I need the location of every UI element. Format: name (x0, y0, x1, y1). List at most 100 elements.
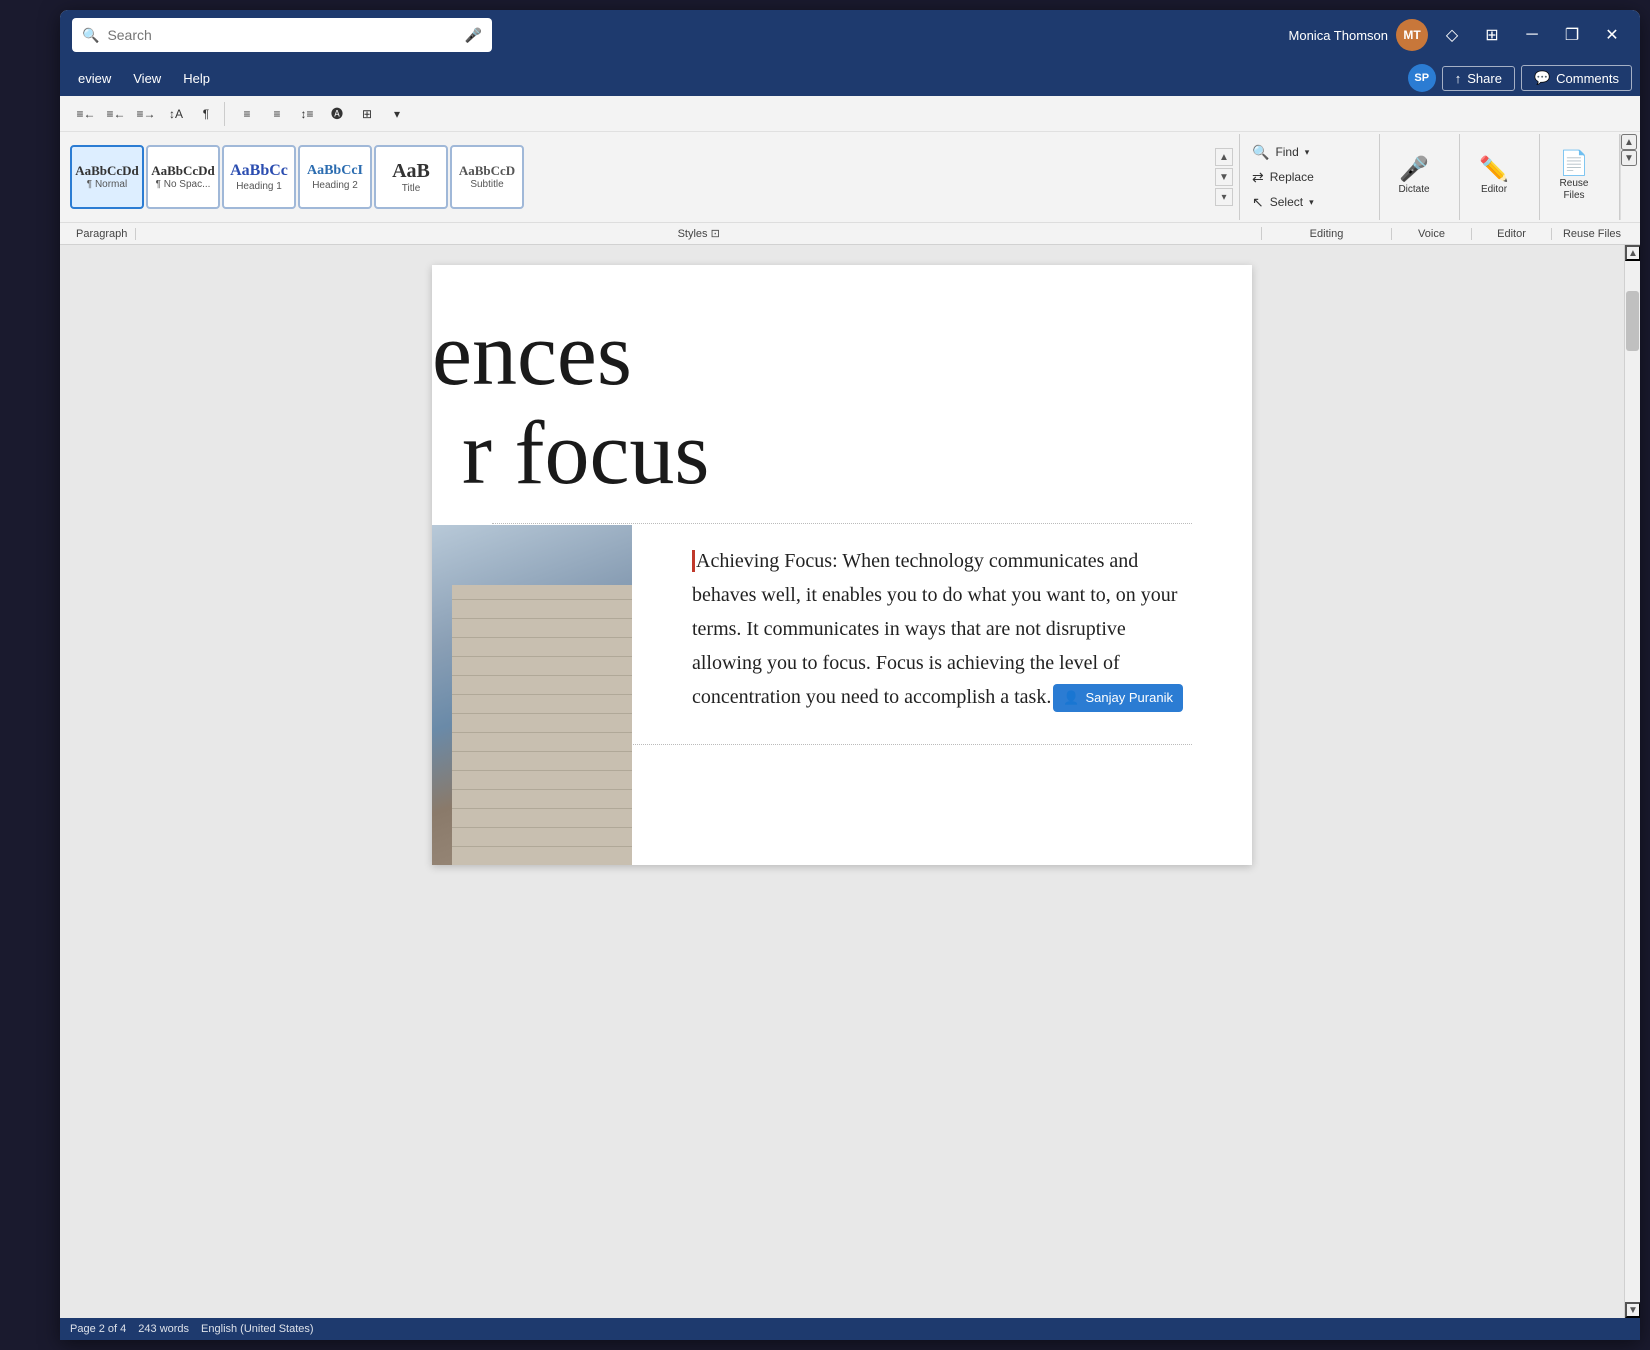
style-heading2[interactable]: AaBbCcI Heading 2 (298, 145, 372, 209)
style-no-space-label: ¶ No Spac... (156, 179, 211, 190)
microphone-icon[interactable]: 🎤 (465, 27, 482, 44)
align-left-btn[interactable]: ≡ (233, 102, 261, 126)
pilcrow-btn[interactable]: ¶ (192, 102, 220, 126)
ribbon-scroll-down[interactable]: ▼ (1621, 150, 1637, 166)
select-button[interactable]: ↖ Select ▾ (1246, 191, 1320, 214)
style-normal-label: ¶ Normal (87, 179, 127, 190)
word-window: 🔍 🎤 Monica Thomson MT ◇ ⊞ ─ ❐ ✕ eview Vi… (60, 10, 1640, 1340)
close-button[interactable]: ✕ (1596, 19, 1628, 51)
collaborator-badge: 👤 Sanjay Puranik (1053, 684, 1183, 712)
style-heading1[interactable]: AaBbCc Heading 1 (222, 145, 296, 209)
reuse-files-section: 📄 ReuseFiles (1540, 134, 1620, 220)
indent-group: ≡← ≡← ≡→ ↕A ¶ (68, 102, 225, 126)
replace-button[interactable]: ⇄ Replace (1246, 166, 1320, 189)
style-title-label: Title (402, 183, 421, 194)
word-count: 243 words (138, 1323, 189, 1335)
grid-icon[interactable]: ⊞ (1476, 19, 1508, 51)
style-no-space[interactable]: AaBbCcDd ¶ No Spac... (146, 145, 220, 209)
editor-section: ✏️ Editor (1460, 134, 1540, 220)
ribbon-row1: ≡← ≡← ≡→ ↕A ¶ ≡ ≡ ↕≡ 🅐 ⊞ ▾ (60, 96, 1640, 132)
gallery-expand-btn[interactable]: ▾ (1215, 188, 1233, 206)
style-no-space-preview: AaBbCcDd (151, 164, 215, 177)
editing-content: 🔍 Find ▾ ⇄ Replace ↖ Select ▾ (1246, 136, 1373, 218)
select-dropdown-icon: ▾ (1309, 197, 1314, 208)
menu-bar-right: SP ↑ Share 💬 Comments (1408, 64, 1632, 92)
share-button[interactable]: ↑ Share (1442, 66, 1515, 91)
minimize-button[interactable]: ─ (1516, 19, 1548, 51)
reuse-files-button[interactable]: 📄 ReuseFiles (1546, 145, 1602, 209)
editing-label: Editing (1262, 228, 1392, 240)
gallery-up-btn[interactable]: ▲ (1215, 148, 1233, 166)
search-input[interactable] (107, 27, 456, 43)
line-spacing-btn[interactable]: ↕≡ (293, 102, 321, 126)
scrollbar-thumb[interactable] (1626, 291, 1639, 351)
menu-review[interactable]: eview (68, 67, 121, 90)
restore-button[interactable]: ❐ (1556, 19, 1588, 51)
comments-button[interactable]: 💬 Comments (1521, 65, 1632, 91)
editor-content: ✏️ Editor (1466, 136, 1533, 218)
scroll-up-btn[interactable]: ▲ (1625, 245, 1640, 261)
find-dropdown-icon: ▾ (1305, 147, 1310, 158)
user-name: Monica Thomson (1289, 28, 1388, 43)
paragraph-label: Paragraph (68, 228, 136, 240)
sort-btn[interactable]: ↕A (162, 102, 190, 126)
dictate-button[interactable]: 🎤 Dictate (1386, 145, 1442, 209)
reuse-content: 📄 ReuseFiles (1546, 136, 1613, 218)
ribbon-scroll-up[interactable]: ▲ (1621, 134, 1637, 150)
user-info: Monica Thomson MT (1289, 19, 1428, 51)
editing-buttons: 🔍 Find ▾ ⇄ Replace ↖ Select ▾ (1246, 145, 1320, 209)
styles-gallery: AaBbCcDd ¶ Normal AaBbCcDd ¶ No Spac... … (70, 145, 1211, 209)
menu-bar: eview View Help SP ↑ Share 💬 Comments (60, 60, 1640, 96)
styles-label: Styles ⊡ (136, 227, 1262, 240)
gallery-down-btn[interactable]: ▼ (1215, 168, 1233, 186)
indent-increase-btn[interactable]: ≡→ (132, 102, 160, 126)
border-btn[interactable]: ⊞ (353, 102, 381, 126)
shading-btn[interactable]: 🅐 (323, 102, 351, 126)
heading-line2: r focus (462, 404, 1192, 503)
sp-avatar: SP (1408, 64, 1436, 92)
collaborator-icon: 👤 (1063, 687, 1079, 709)
editor-button[interactable]: ✏️ Editor (1466, 145, 1522, 209)
replace-icon: ⇄ (1252, 169, 1264, 186)
gallery-scroll: ▲ ▼ ▾ (1215, 148, 1233, 206)
menu-help[interactable]: Help (173, 67, 220, 90)
reuse-files-label: Reuse Files (1552, 228, 1632, 240)
microphone-big-icon: 🎤 (1399, 158, 1429, 182)
style-subtitle[interactable]: AaBbCcD Subtitle (450, 145, 524, 209)
style-title-preview: AaB (392, 161, 430, 181)
search-box[interactable]: 🔍 🎤 (72, 18, 492, 52)
ribbon-scroll: ▲ ▼ (1620, 134, 1636, 220)
cursor (692, 550, 695, 572)
heading-line1: ences (432, 305, 1192, 404)
find-icon: 🔍 (1252, 144, 1269, 161)
indent-decrease-btn[interactable]: ≡← (72, 102, 100, 126)
align-center-btn[interactable]: ≡ (263, 102, 291, 126)
document-content[interactable]: ences r focus Achieving Focus: When tech… (60, 245, 1624, 1318)
indent-decrease2-btn[interactable]: ≡← (102, 102, 130, 126)
style-title[interactable]: AaB Title (374, 145, 448, 209)
editor-icon: ✏️ (1479, 158, 1509, 182)
collaborator-name: Sanjay Puranik (1086, 687, 1173, 709)
style-normal-preview: AaBbCcDd (75, 164, 139, 177)
scrollbar-track[interactable] (1625, 261, 1640, 1302)
building-image (432, 525, 632, 865)
reuse-icon: 📄 (1559, 152, 1589, 176)
menu-view[interactable]: View (123, 67, 171, 90)
style-subtitle-preview: AaBbCcD (459, 164, 515, 177)
diamond-icon[interactable]: ◇ (1436, 19, 1468, 51)
body-text[interactable]: Achieving Focus: When technology communi… (692, 544, 1192, 714)
styles-section: AaBbCcDd ¶ Normal AaBbCcDd ¶ No Spac... … (64, 134, 1240, 220)
border-more-btn[interactable]: ▾ (383, 102, 411, 126)
scroll-down-btn[interactable]: ▼ (1625, 1302, 1640, 1318)
cursor-icon: ↖ (1252, 194, 1264, 211)
share-icon: ↑ (1455, 71, 1462, 86)
document-page: ences r focus Achieving Focus: When tech… (432, 265, 1252, 865)
styles-expand-icon[interactable]: ⊡ (711, 228, 720, 240)
style-normal[interactable]: AaBbCcDd ¶ Normal (70, 145, 144, 209)
find-button[interactable]: 🔍 Find ▾ (1246, 141, 1320, 164)
building-shape (452, 585, 632, 865)
language: English (United States) (201, 1323, 314, 1335)
style-heading1-label: Heading 1 (236, 181, 282, 192)
status-bar: Page 2 of 4 243 words English (United St… (60, 1318, 1640, 1340)
align-group: ≡ ≡ ↕≡ 🅐 ⊞ ▾ (229, 102, 415, 126)
